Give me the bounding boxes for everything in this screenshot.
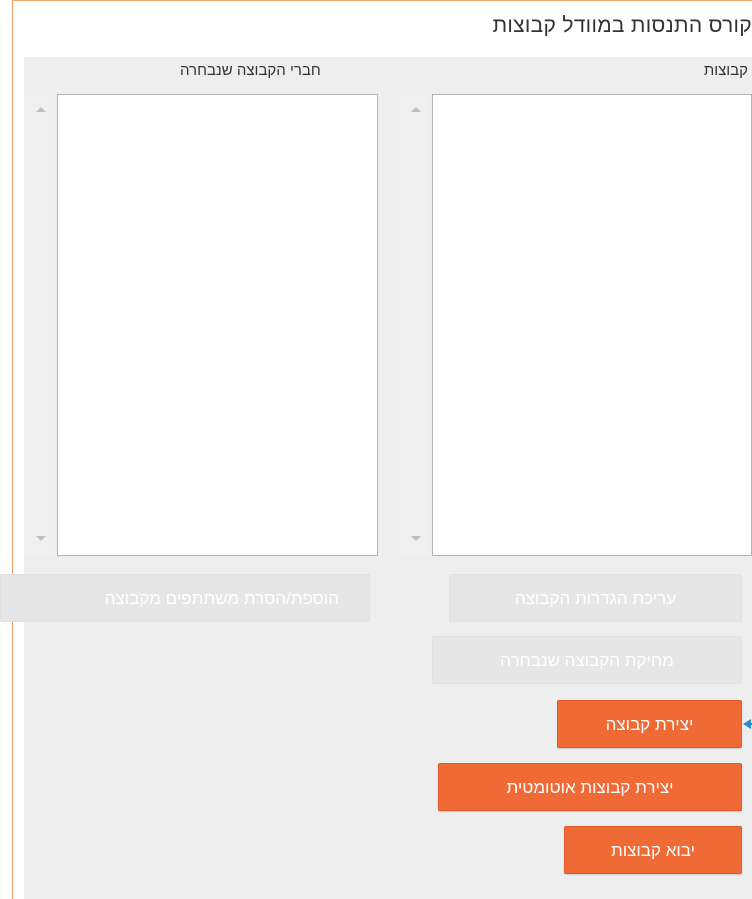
edit-group-settings-button[interactable]: עריכת הגדרות הקבוצה [449,574,742,622]
add-remove-participants-button[interactable]: הוספת/הסרת משתתפים מקבוצה [0,574,370,622]
groups-listbox[interactable] [432,94,752,556]
auto-create-groups-button[interactable]: יצירת קבוצות אוטומטית [438,763,742,811]
members-column-label: חברי הקבוצה שנבחרה [180,62,321,79]
add-remove-participants-label: הוספת/הסרת משתתפים מקבוצה [104,589,339,608]
create-group-button[interactable]: יצירת קבוצה [557,700,742,748]
groups-column-label: קבוצות [703,62,748,79]
groups-scrollbar[interactable] [399,95,430,555]
members-listbox[interactable] [57,94,378,556]
frame-border-top [12,0,752,1]
scroll-down-arrow-icon[interactable] [36,536,46,541]
delete-selected-group-button[interactable]: מחיקת הקבוצה שנבחרה [432,636,742,684]
page-title: קורס התנסות במוודל קבוצות [492,14,752,37]
scroll-down-arrow-icon[interactable] [411,536,421,541]
members-scrollbar[interactable] [24,95,55,555]
import-groups-button[interactable]: יבוא קבוצות [564,826,742,874]
scroll-up-arrow-icon[interactable] [36,107,46,112]
frame-border-left [12,0,13,899]
scroll-up-arrow-icon[interactable] [411,107,421,112]
